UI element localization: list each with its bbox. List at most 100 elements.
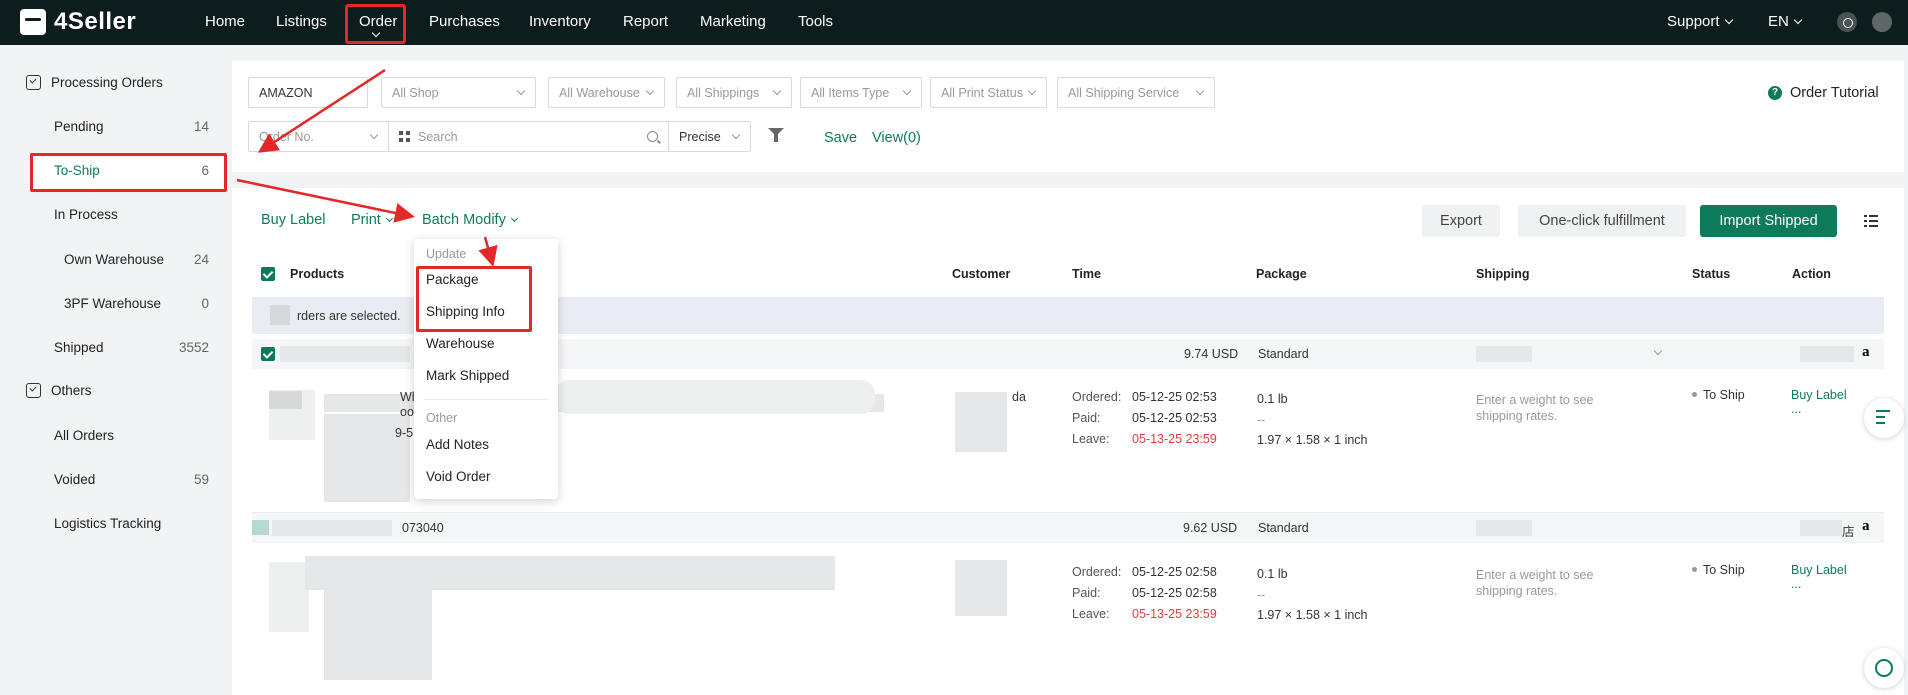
nav-purchases[interactable]: Purchases [429,13,500,30]
product-thumbnail [269,562,309,632]
selection-count-text: rders are selected. [297,309,401,323]
print-label: Print [351,212,381,228]
dropdown-item-add-notes[interactable]: Add Notes [426,437,489,452]
shipping-rate-hint: Enter a weight to see shipping rates. [1476,568,1594,598]
redacted-product-info [324,590,432,680]
redacted-shop-name [1800,520,1842,536]
warehouse-value: All Warehouse [559,86,640,100]
sidebar-item-3pf-warehouse[interactable]: 3PF Warehouse [64,296,161,311]
chat-float-button[interactable] [1864,648,1904,688]
sidebar-item-logistics-tracking[interactable]: Logistics Tracking [54,516,161,531]
chevron-down-icon [1793,15,1803,25]
redacted-customer [955,560,1007,616]
nav-report[interactable]: Report [623,13,668,30]
sidebar-item-voided[interactable]: Voided [54,472,95,487]
platform-select[interactable]: AMAZON [248,77,368,108]
col-customer: Customer [952,267,1011,281]
brand-logo[interactable]: 4Seller [20,8,136,36]
buy-label-action[interactable]: Buy Label [1791,563,1847,577]
print-status-select[interactable]: All Print Status [930,77,1047,108]
col-action: Action [1792,267,1831,281]
items-type-value: All Items Type [811,86,890,100]
nav-home[interactable]: Home [205,13,245,30]
leave-deadline: 05-13-25 23:59 [1132,607,1217,621]
chevron-down-icon [902,86,912,96]
order-tutorial-link[interactable]: ? Order Tutorial [1768,85,1879,101]
import-shipped-button[interactable]: Import Shipped [1700,205,1837,237]
shop-select[interactable]: All Shop [381,77,536,108]
order-package-type: Standard [1258,347,1309,361]
logo-icon [20,9,46,35]
match-mode-select[interactable]: Precise [668,121,751,152]
nav-listings[interactable]: Listings [276,13,327,30]
order-checkbox[interactable] [252,520,269,535]
items-type-select[interactable]: All Items Type [800,77,922,108]
more-actions[interactable]: ... [1791,402,1801,416]
more-actions[interactable]: ... [1791,577,1801,591]
search-placeholder: Search [418,130,458,144]
filter-icon[interactable] [768,128,784,142]
settings-gear-icon[interactable] [1837,12,1857,32]
dropdown-item-warehouse[interactable]: Warehouse [426,336,495,351]
dropdown-divider [424,399,548,400]
shippings-select[interactable]: All Shippings [676,77,792,108]
chevron-down-icon [645,86,655,96]
sidebar-item-toship[interactable]: To-Ship [54,163,100,178]
dropdown-item-void-order[interactable]: Void Order [426,469,491,484]
batch-modify-menu[interactable]: Batch Modify [422,212,518,228]
order-header-row: 073040 9.62 USD Standard 店 a [252,513,1884,543]
package-dimensions: 1.97 × 1.58 × 1 inch [1257,608,1368,622]
dropdown-section-update: Update [426,247,467,261]
ordered-time: 05-12-25 02:53 [1132,390,1217,404]
search-input[interactable]: Search [388,121,669,152]
sidebar-item-all-orders[interactable]: All Orders [54,428,114,443]
shop-value: All Shop [392,86,439,100]
top-navbar: 4Seller Home Listings Order Purchases In… [0,0,1908,45]
chevron-down-icon [369,130,379,140]
shippings-value: All Shippings [687,86,760,100]
sidebar-item-inprocess[interactable]: In Process [54,207,118,222]
chevron-down-icon [1653,346,1663,356]
sidebar-item-shipped[interactable]: Shipped [54,340,104,355]
package-dash: -- [1257,588,1266,602]
shipping-service-value: All Shipping Service [1068,86,1180,100]
order-status: To Ship [1692,388,1745,402]
sidebar [0,45,232,695]
user-avatar[interactable] [1872,12,1892,32]
column-settings-icon[interactable] [1864,215,1878,227]
sidebar-group-processing: Processing Orders [26,75,163,90]
support-menu[interactable]: Support [1667,13,1733,30]
batch-modify-label: Batch Modify [422,212,506,228]
chevron-down-icon [772,86,782,96]
product-text-fragment: 9-5 [395,426,414,440]
nav-tools[interactable]: Tools [798,13,833,30]
language-menu[interactable]: EN [1768,13,1803,30]
product-text-fragment: oo [400,405,414,419]
one-click-fulfillment-button[interactable]: One-click fulfillment [1518,205,1686,237]
view-filters-link[interactable]: View(0) [872,130,921,146]
ordered-label: Ordered: [1072,390,1122,404]
shipping-service-select[interactable]: All Shipping Service [1057,77,1215,108]
warehouse-select[interactable]: All Warehouse [548,77,665,108]
export-button[interactable]: Export [1422,205,1500,237]
sidebar-item-pending[interactable]: Pending [54,119,104,134]
redacted-block [555,380,875,414]
buy-label-button[interactable]: Buy Label [261,212,326,228]
dropdown-item-mark-shipped[interactable]: Mark Shipped [426,368,509,383]
nav-inventory[interactable]: Inventory [529,13,591,30]
status-dot-icon [1692,567,1697,572]
search-field-value: Order No. [259,130,314,144]
order-status: To Ship [1692,563,1745,577]
quick-search-float-button[interactable] [1864,398,1904,438]
save-filter-link[interactable]: Save [824,130,857,146]
nav-marketing[interactable]: Marketing [700,13,766,30]
search-field-select[interactable]: Order No. [248,121,389,152]
paid-time: 05-12-25 02:53 [1132,411,1217,425]
order-checkbox[interactable] [261,347,275,361]
select-all-checkbox[interactable] [261,267,275,281]
sidebar-count-toship: 6 [201,163,209,178]
print-menu[interactable]: Print [351,212,393,228]
buy-label-action[interactable]: Buy Label [1791,388,1847,402]
leave-label: Leave: [1072,607,1110,621]
order-amount: 9.62 USD [1183,521,1238,535]
